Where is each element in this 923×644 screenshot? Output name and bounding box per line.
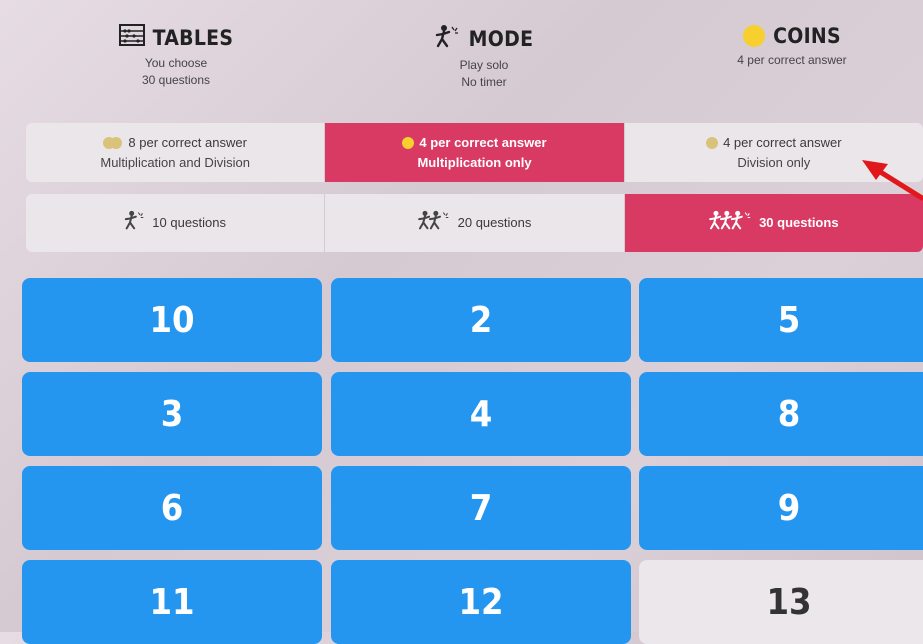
table-tile-5[interactable]: 5	[639, 278, 923, 362]
option-10-questions[interactable]: 10 questions	[26, 194, 326, 252]
double-coin-icon	[103, 136, 123, 149]
fighter-icon	[124, 210, 146, 236]
option-20-questions[interactable]: 20 questions	[325, 194, 625, 252]
annotation-arrow	[858, 150, 923, 215]
option-label: 20 questions	[457, 215, 532, 230]
option-coins: 8 per correct answer	[128, 134, 247, 150]
option-multiplication-only[interactable]: 4 per correct answer Multiplication only	[325, 123, 625, 182]
option-multiplication-and-division[interactable]: 8 per correct answer Multiplication and …	[26, 123, 326, 182]
operation-selector: 8 per correct answer Multiplication and …	[26, 123, 923, 182]
stat-title: TABLES	[152, 25, 234, 50]
option-coins: 4 per correct answer	[419, 134, 547, 150]
option-label: 30 questions	[759, 215, 839, 230]
option-coins: 4 per correct answer	[723, 134, 842, 150]
fighter-icon	[435, 24, 461, 53]
fighters-icon	[417, 210, 452, 236]
stat-line: 30 questions	[141, 73, 211, 87]
table-tile-3[interactable]: 3	[22, 372, 322, 456]
option-label: Multiplication and Division	[100, 154, 250, 170]
option-label: Division only	[737, 154, 811, 170]
stat-title: MODE	[468, 26, 534, 51]
stat-mode: MODE Play solo No timer	[334, 24, 634, 91]
coin-icon	[743, 25, 766, 47]
stat-line: Play solo	[459, 58, 509, 72]
stat-title: COINS	[773, 24, 841, 48]
table-tile-12[interactable]: 12	[331, 560, 631, 644]
stat-tables: TABLES You choose 30 questions	[26, 24, 326, 89]
table-tile-2[interactable]: 2	[331, 278, 631, 362]
stats-header: TABLES You choose 30 questions MODE Play…	[6, 10, 923, 122]
option-label: 10 questions	[152, 215, 227, 230]
coin-icon	[402, 136, 415, 149]
stat-line: 4 per correct answer	[737, 53, 847, 67]
table-tile-6[interactable]: 6	[22, 466, 322, 550]
coin-icon	[706, 136, 719, 149]
stat-coins: COINS 4 per correct answer	[642, 24, 923, 69]
table-tile-4[interactable]: 4	[331, 372, 631, 456]
fighters-icon	[709, 210, 753, 236]
table-tile-13[interactable]: 13	[639, 560, 923, 644]
table-tile-9[interactable]: 9	[639, 466, 923, 550]
stat-line: No timer	[461, 75, 507, 89]
table-tile-10[interactable]: 10	[22, 278, 322, 362]
table-tile-7[interactable]: 7	[331, 466, 631, 550]
question-count-selector: 10 questions 20 questions 30 questions	[26, 194, 923, 252]
table-tile-11[interactable]: 11	[22, 560, 322, 644]
stat-line: You choose	[144, 56, 208, 70]
abacus-icon	[118, 24, 145, 51]
table-tile-8[interactable]: 8	[639, 372, 923, 456]
option-label: Multiplication only	[417, 154, 532, 170]
